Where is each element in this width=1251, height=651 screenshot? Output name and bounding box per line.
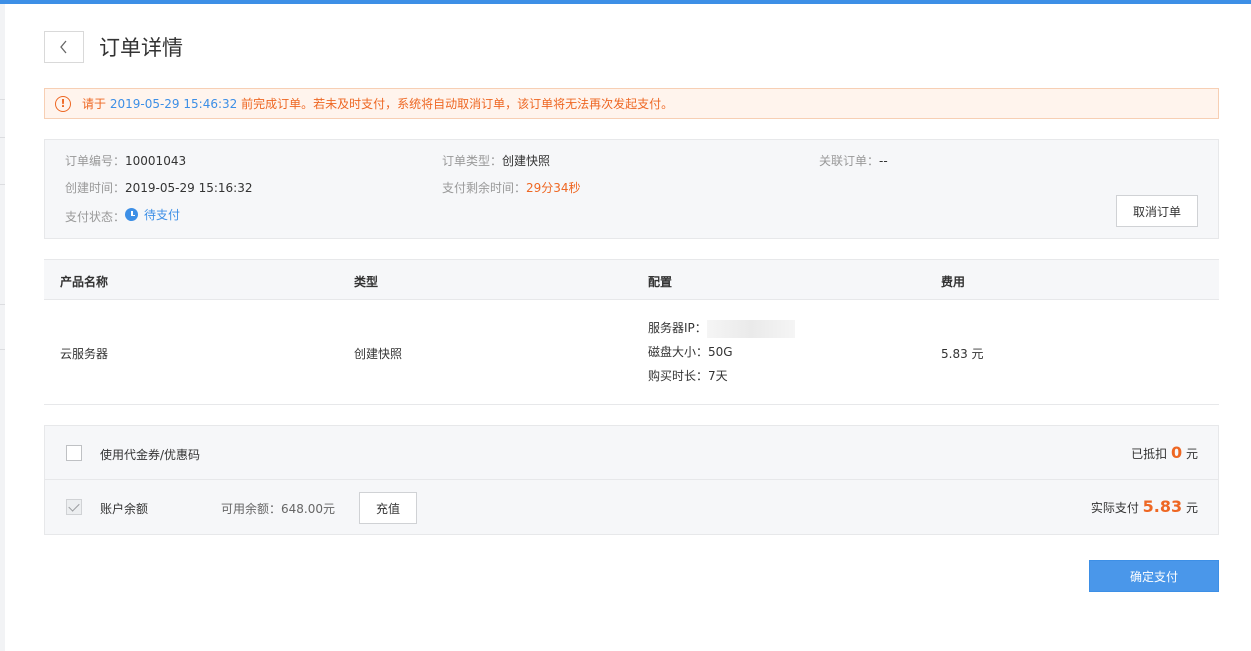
order-number-label: 订单编号： [65, 154, 126, 168]
masked-ip-value [706, 319, 795, 338]
page-header: 订单详情 [44, 31, 183, 63]
product-type: 创建快照 [354, 347, 403, 361]
product-config: 服务器IP： 磁盘大小：50G 购买时长：7天 [648, 316, 795, 388]
payment-status-label: 支付状态： [65, 210, 126, 224]
remaining-time: 支付剩余时间：29分34秒 [442, 179, 581, 196]
related-order-label: 关联订单： [819, 154, 880, 168]
config-server-ip: 服务器IP： [648, 316, 795, 340]
created-time-label: 创建时间： [65, 181, 126, 195]
order-type-value: 创建快照 [502, 154, 551, 168]
product-fee: 5.83 元 [941, 347, 984, 361]
payment-deadline-alert: ! 请于 2019-05-29 15:46:32 前完成订单。若未及时支付，系统… [44, 88, 1219, 119]
config-server-ip-label: 服务器IP： [648, 321, 707, 335]
related-order-value: -- [879, 154, 888, 168]
related-order: 关联订单：-- [819, 152, 888, 169]
order-type-label: 订单类型： [442, 154, 503, 168]
confirm-payment-button[interactable]: 确定支付 [1089, 560, 1219, 592]
payment-status-value: 待支付 [144, 208, 181, 222]
order-info-panel: 订单编号：10001043 订单类型：创建快照 关联订单：-- 创建时间：201… [44, 139, 1219, 239]
coupon-row: 使用代金券/优惠码 已抵扣 0 元 [45, 426, 1218, 480]
remaining-time-value: 29分34秒 [526, 181, 581, 195]
chevron-left-icon [60, 40, 67, 54]
remaining-time-label: 支付剩余时间： [442, 181, 527, 195]
top-accent-bar [0, 0, 1251, 4]
balance-row: 账户余额 可用余额：648.00元 充值 实际支付 5.83 元 [45, 480, 1218, 534]
available-balance: 可用余额：648.00元 [221, 502, 335, 516]
sidebar-divider [0, 99, 5, 100]
actual-payment-label: 实际支付 [1090, 501, 1139, 515]
warning-icon: ! [55, 95, 71, 112]
coupon-label: 使用代金券/优惠码 [100, 448, 201, 462]
product-name: 云服务器 [60, 347, 109, 361]
order-number-value: 10001043 [125, 154, 187, 168]
actual-payment: 实际支付 5.83 元 [1091, 497, 1198, 516]
alert-prefix: 请于 [82, 97, 110, 111]
deducted-unit: 元 [1185, 447, 1198, 461]
alert-deadline: 2019-05-29 15:46:32 [109, 97, 238, 111]
sidebar-divider [0, 184, 5, 185]
left-sidebar-edge [0, 4, 5, 651]
created-time-value: 2019-05-29 15:16:32 [125, 181, 253, 195]
alert-message: 请于 2019-05-29 15:46:32 前完成订单。若未及时支付，系统将自… [82, 95, 673, 112]
config-disk-size: 磁盘大小：50G [648, 345, 733, 359]
actual-payment-value: 5.83 [1142, 497, 1183, 516]
coupon-checkbox[interactable] [66, 445, 82, 461]
column-header-type: 类型 [354, 275, 379, 289]
column-header-fee: 费用 [941, 275, 966, 289]
table-header: 产品名称 类型 配置 费用 [44, 259, 1219, 300]
balance-label: 账户余额 [100, 502, 149, 516]
column-header-config: 配置 [648, 275, 673, 289]
order-number: 订单编号：10001043 [65, 152, 186, 169]
back-button[interactable] [44, 31, 84, 63]
clock-icon [125, 208, 139, 221]
payment-status: 支付状态： 待支付 [65, 206, 180, 225]
order-type: 订单类型：创建快照 [442, 152, 550, 169]
config-duration: 购买时长：7天 [648, 369, 728, 383]
deducted-amount: 已抵扣 0 元 [1131, 443, 1198, 462]
payment-panel: 使用代金券/优惠码 已抵扣 0 元 账户余额 可用余额：648.00元 充值 实… [44, 425, 1219, 535]
deducted-value: 0 [1171, 443, 1183, 462]
order-items-table: 产品名称 类型 配置 费用 云服务器 创建快照 服务器IP： 磁盘大小：50G … [44, 259, 1219, 405]
actual-payment-unit: 元 [1185, 501, 1198, 515]
sidebar-divider [0, 349, 5, 350]
balance-checkbox[interactable] [66, 499, 82, 515]
table-row: 云服务器 创建快照 服务器IP： 磁盘大小：50G 购买时长：7天 5.83 元 [44, 300, 1219, 405]
sidebar-divider [0, 137, 5, 138]
sidebar-divider [0, 304, 5, 305]
alert-suffix: 前完成订单。若未及时支付，系统将自动取消订单，该订单将无法再次发起支付。 [237, 97, 674, 111]
deducted-label: 已抵扣 [1131, 447, 1168, 461]
column-header-product: 产品名称 [60, 275, 109, 289]
created-time: 创建时间：2019-05-29 15:16:32 [65, 179, 252, 196]
cancel-order-button[interactable]: 取消订单 [1116, 195, 1198, 227]
page-title: 订单详情 [99, 36, 183, 60]
recharge-button[interactable]: 充值 [359, 492, 417, 524]
